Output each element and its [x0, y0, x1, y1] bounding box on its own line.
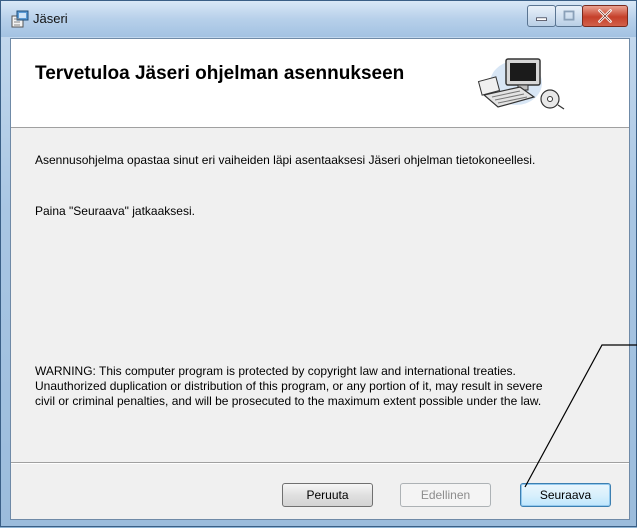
minimize-button[interactable]: [527, 5, 556, 27]
intro-text: Asennusohjelma opastaa sinut eri vaiheid…: [35, 153, 536, 167]
button-divider: [11, 462, 629, 464]
computer-setup-icon: [477, 58, 565, 110]
warning-line: WARNING: This computer program is protec…: [35, 364, 516, 378]
dialog-content: Tervetuloa Jäseri ohjelman asennukseen A…: [10, 38, 630, 520]
close-icon: [598, 9, 612, 23]
cancel-button[interactable]: Peruuta: [282, 483, 373, 507]
title-bar[interactable]: Jäseri: [1, 1, 636, 37]
copyright-warning: WARNING: This computer program is protec…: [35, 364, 620, 409]
instruction-text: Paina "Seuraava" jatkaaksesi.: [35, 204, 195, 218]
installer-window: Jäseri Tervetuloa Jäseri ohjelman asennu…: [0, 0, 637, 527]
page-title: Tervetuloa Jäseri ohjelman asennukseen: [35, 63, 405, 84]
window-title: Jäseri: [33, 11, 68, 26]
next-button[interactable]: Seuraava: [520, 483, 611, 507]
minimize-icon: [536, 17, 547, 21]
back-button[interactable]: Edellinen: [400, 483, 491, 507]
maximize-button[interactable]: [555, 5, 583, 27]
warning-line: Unauthorized duplication or distribution…: [35, 379, 543, 393]
close-button[interactable]: [582, 5, 628, 27]
maximize-icon: [563, 10, 575, 21]
warning-line: civil or criminal penalties, and will be…: [35, 394, 542, 408]
header-banner: Tervetuloa Jäseri ohjelman asennukseen: [11, 39, 629, 128]
installer-icon: [11, 10, 29, 28]
